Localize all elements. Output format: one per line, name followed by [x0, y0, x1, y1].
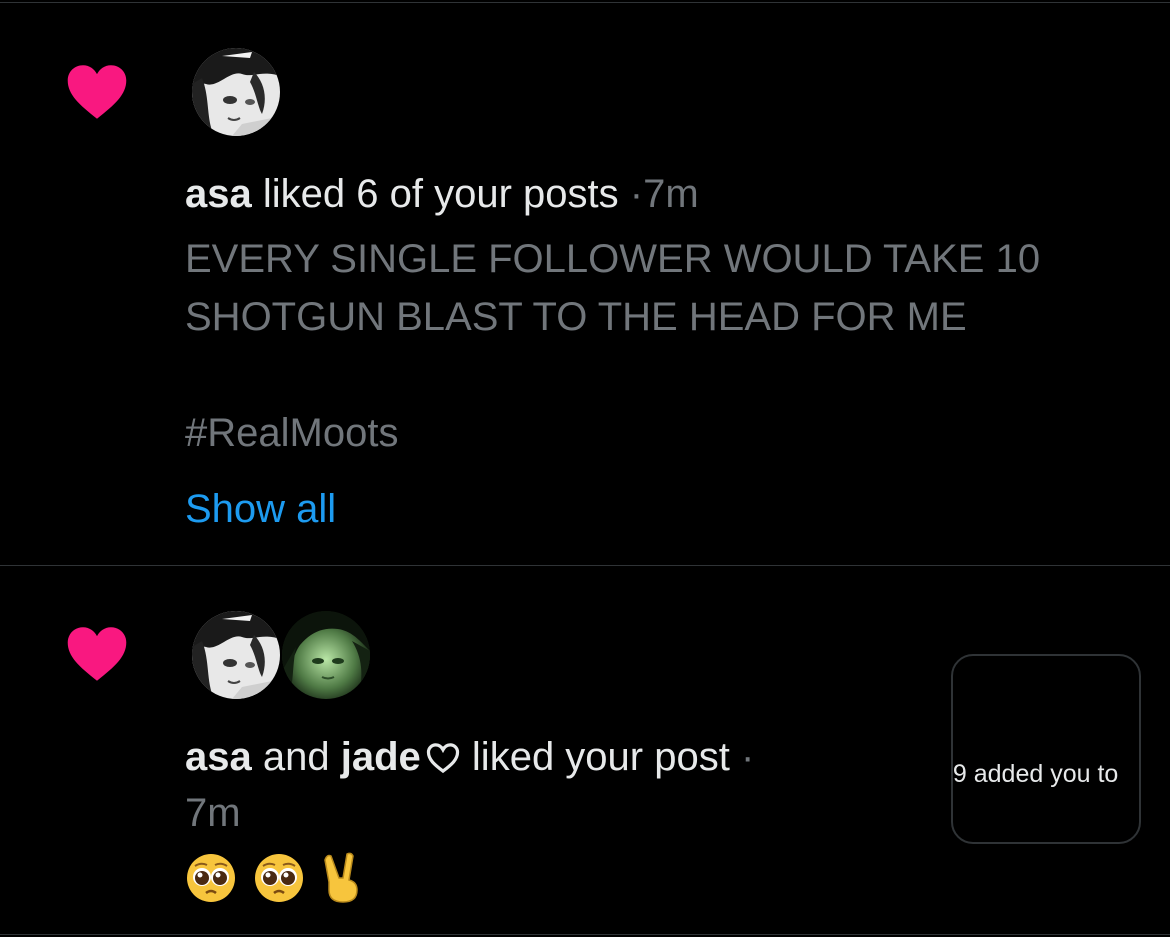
post-preview-line-1: EVERY SINGLE FOLLOWER WOULD TAKE 10 [185, 237, 1041, 281]
outline-heart-icon [426, 743, 459, 774]
notification-headline: asa and jade liked your post · [185, 728, 754, 786]
separator-dot: · [629, 172, 644, 216]
show-all-link[interactable]: Show all [185, 480, 336, 538]
post-preview-thumbnail[interactable]: 99 added you to [951, 654, 1141, 844]
post-hashtag[interactable]: #RealMoots [185, 404, 398, 462]
notification-divider [0, 565, 1170, 566]
username-2[interactable]: jade [341, 735, 421, 779]
avatar-jade[interactable] [280, 609, 372, 701]
avatar-asa[interactable] [190, 609, 282, 701]
bottom-divider [0, 934, 1170, 935]
timestamp: 7m [185, 791, 241, 835]
separator-dot: · [740, 735, 755, 779]
heart-icon [67, 627, 127, 681]
conjunction-text: and [262, 735, 330, 779]
heart-icon [67, 65, 127, 119]
username[interactable]: asa [185, 172, 252, 216]
notification-headline: asa liked 6 of your posts ·7m [185, 165, 699, 223]
avatar-asa[interactable] [190, 46, 282, 138]
post-emoji-row [185, 852, 365, 904]
username-1[interactable]: asa [185, 735, 252, 779]
post-preview-line-2: SHOTGUN BLAST TO THE HEAD FOR ME [185, 295, 967, 339]
preview-text: 99 added you to [951, 760, 1119, 788]
action-text: liked your post [471, 735, 730, 779]
victory-hand-emoji [324, 852, 358, 903]
pleading-face-emoji [187, 854, 235, 902]
top-divider [0, 2, 1170, 3]
action-text: liked 6 of your posts [262, 172, 619, 216]
timestamp: 7m [643, 172, 699, 216]
pleading-face-emoji [255, 854, 303, 902]
